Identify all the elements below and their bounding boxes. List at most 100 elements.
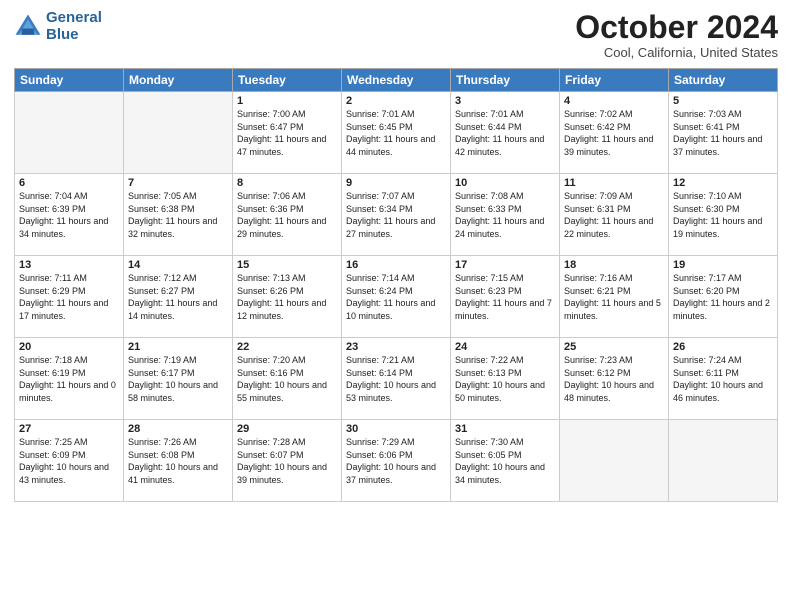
day-info: Sunrise: 7:18 AMSunset: 6:19 PMDaylight:…	[19, 354, 119, 404]
day-info: Sunrise: 7:15 AMSunset: 6:23 PMDaylight:…	[455, 272, 555, 322]
day-number: 7	[128, 177, 228, 189]
day-number: 27	[19, 423, 119, 435]
day-number: 30	[346, 423, 446, 435]
table-row: 2 Sunrise: 7:01 AMSunset: 6:45 PMDayligh…	[342, 92, 451, 174]
day-number: 21	[128, 341, 228, 353]
calendar-header-row: Sunday Monday Tuesday Wednesday Thursday…	[15, 69, 778, 92]
table-row: 26 Sunrise: 7:24 AMSunset: 6:11 PMDaylig…	[669, 338, 778, 420]
table-row: 31 Sunrise: 7:30 AMSunset: 6:05 PMDaylig…	[451, 420, 560, 502]
table-row: 3 Sunrise: 7:01 AMSunset: 6:44 PMDayligh…	[451, 92, 560, 174]
day-number: 1	[237, 95, 337, 107]
day-number: 8	[237, 177, 337, 189]
day-info: Sunrise: 7:01 AMSunset: 6:44 PMDaylight:…	[455, 108, 555, 158]
logo: General Blue	[14, 10, 102, 43]
table-row: 15 Sunrise: 7:13 AMSunset: 6:26 PMDaylig…	[233, 256, 342, 338]
day-number: 14	[128, 259, 228, 271]
day-info: Sunrise: 7:00 AMSunset: 6:47 PMDaylight:…	[237, 108, 337, 158]
table-row: 28 Sunrise: 7:26 AMSunset: 6:08 PMDaylig…	[124, 420, 233, 502]
table-row: 9 Sunrise: 7:07 AMSunset: 6:34 PMDayligh…	[342, 174, 451, 256]
day-number: 28	[128, 423, 228, 435]
day-info: Sunrise: 7:22 AMSunset: 6:13 PMDaylight:…	[455, 354, 555, 404]
col-friday: Friday	[560, 69, 669, 92]
header: General Blue October 2024 Cool, Californ…	[14, 10, 778, 60]
table-row	[669, 420, 778, 502]
day-number: 4	[564, 95, 664, 107]
day-number: 22	[237, 341, 337, 353]
day-info: Sunrise: 7:29 AMSunset: 6:06 PMDaylight:…	[346, 436, 446, 486]
day-info: Sunrise: 7:10 AMSunset: 6:30 PMDaylight:…	[673, 190, 773, 240]
table-row: 11 Sunrise: 7:09 AMSunset: 6:31 PMDaylig…	[560, 174, 669, 256]
logo-icon	[14, 13, 42, 41]
day-info: Sunrise: 7:11 AMSunset: 6:29 PMDaylight:…	[19, 272, 119, 322]
col-monday: Monday	[124, 69, 233, 92]
title-area: October 2024 Cool, California, United St…	[575, 10, 778, 60]
month-title: October 2024	[575, 10, 778, 45]
calendar-week-row: 20 Sunrise: 7:18 AMSunset: 6:19 PMDaylig…	[15, 338, 778, 420]
subtitle: Cool, California, United States	[575, 45, 778, 60]
table-row	[560, 420, 669, 502]
table-row: 21 Sunrise: 7:19 AMSunset: 6:17 PMDaylig…	[124, 338, 233, 420]
day-number: 25	[564, 341, 664, 353]
table-row: 7 Sunrise: 7:05 AMSunset: 6:38 PMDayligh…	[124, 174, 233, 256]
calendar: Sunday Monday Tuesday Wednesday Thursday…	[14, 68, 778, 502]
table-row: 30 Sunrise: 7:29 AMSunset: 6:06 PMDaylig…	[342, 420, 451, 502]
table-row: 25 Sunrise: 7:23 AMSunset: 6:12 PMDaylig…	[560, 338, 669, 420]
page: General Blue October 2024 Cool, Californ…	[0, 0, 792, 612]
day-info: Sunrise: 7:26 AMSunset: 6:08 PMDaylight:…	[128, 436, 228, 486]
day-info: Sunrise: 7:24 AMSunset: 6:11 PMDaylight:…	[673, 354, 773, 404]
table-row	[15, 92, 124, 174]
day-info: Sunrise: 7:30 AMSunset: 6:05 PMDaylight:…	[455, 436, 555, 486]
table-row: 29 Sunrise: 7:28 AMSunset: 6:07 PMDaylig…	[233, 420, 342, 502]
day-info: Sunrise: 7:25 AMSunset: 6:09 PMDaylight:…	[19, 436, 119, 486]
day-number: 31	[455, 423, 555, 435]
day-number: 20	[19, 341, 119, 353]
day-number: 26	[673, 341, 773, 353]
calendar-week-row: 1 Sunrise: 7:00 AMSunset: 6:47 PMDayligh…	[15, 92, 778, 174]
table-row: 17 Sunrise: 7:15 AMSunset: 6:23 PMDaylig…	[451, 256, 560, 338]
day-info: Sunrise: 7:07 AMSunset: 6:34 PMDaylight:…	[346, 190, 446, 240]
day-info: Sunrise: 7:19 AMSunset: 6:17 PMDaylight:…	[128, 354, 228, 404]
calendar-week-row: 6 Sunrise: 7:04 AMSunset: 6:39 PMDayligh…	[15, 174, 778, 256]
table-row: 14 Sunrise: 7:12 AMSunset: 6:27 PMDaylig…	[124, 256, 233, 338]
table-row: 4 Sunrise: 7:02 AMSunset: 6:42 PMDayligh…	[560, 92, 669, 174]
day-info: Sunrise: 7:01 AMSunset: 6:45 PMDaylight:…	[346, 108, 446, 158]
table-row: 24 Sunrise: 7:22 AMSunset: 6:13 PMDaylig…	[451, 338, 560, 420]
table-row: 5 Sunrise: 7:03 AMSunset: 6:41 PMDayligh…	[669, 92, 778, 174]
day-number: 6	[19, 177, 119, 189]
day-number: 29	[237, 423, 337, 435]
table-row: 19 Sunrise: 7:17 AMSunset: 6:20 PMDaylig…	[669, 256, 778, 338]
col-sunday: Sunday	[15, 69, 124, 92]
table-row: 10 Sunrise: 7:08 AMSunset: 6:33 PMDaylig…	[451, 174, 560, 256]
day-info: Sunrise: 7:06 AMSunset: 6:36 PMDaylight:…	[237, 190, 337, 240]
day-number: 16	[346, 259, 446, 271]
day-info: Sunrise: 7:28 AMSunset: 6:07 PMDaylight:…	[237, 436, 337, 486]
day-number: 23	[346, 341, 446, 353]
day-info: Sunrise: 7:12 AMSunset: 6:27 PMDaylight:…	[128, 272, 228, 322]
day-number: 3	[455, 95, 555, 107]
day-number: 5	[673, 95, 773, 107]
day-info: Sunrise: 7:02 AMSunset: 6:42 PMDaylight:…	[564, 108, 664, 158]
day-info: Sunrise: 7:13 AMSunset: 6:26 PMDaylight:…	[237, 272, 337, 322]
table-row: 6 Sunrise: 7:04 AMSunset: 6:39 PMDayligh…	[15, 174, 124, 256]
table-row: 27 Sunrise: 7:25 AMSunset: 6:09 PMDaylig…	[15, 420, 124, 502]
day-number: 2	[346, 95, 446, 107]
table-row: 20 Sunrise: 7:18 AMSunset: 6:19 PMDaylig…	[15, 338, 124, 420]
table-row: 23 Sunrise: 7:21 AMSunset: 6:14 PMDaylig…	[342, 338, 451, 420]
day-info: Sunrise: 7:16 AMSunset: 6:21 PMDaylight:…	[564, 272, 664, 322]
table-row: 1 Sunrise: 7:00 AMSunset: 6:47 PMDayligh…	[233, 92, 342, 174]
table-row	[124, 92, 233, 174]
day-info: Sunrise: 7:14 AMSunset: 6:24 PMDaylight:…	[346, 272, 446, 322]
day-info: Sunrise: 7:20 AMSunset: 6:16 PMDaylight:…	[237, 354, 337, 404]
day-info: Sunrise: 7:21 AMSunset: 6:14 PMDaylight:…	[346, 354, 446, 404]
col-wednesday: Wednesday	[342, 69, 451, 92]
col-saturday: Saturday	[669, 69, 778, 92]
day-number: 24	[455, 341, 555, 353]
table-row: 12 Sunrise: 7:10 AMSunset: 6:30 PMDaylig…	[669, 174, 778, 256]
day-info: Sunrise: 7:05 AMSunset: 6:38 PMDaylight:…	[128, 190, 228, 240]
day-info: Sunrise: 7:03 AMSunset: 6:41 PMDaylight:…	[673, 108, 773, 158]
day-info: Sunrise: 7:23 AMSunset: 6:12 PMDaylight:…	[564, 354, 664, 404]
day-number: 19	[673, 259, 773, 271]
logo-line2: Blue	[46, 26, 79, 43]
table-row: 16 Sunrise: 7:14 AMSunset: 6:24 PMDaylig…	[342, 256, 451, 338]
logo-text: General Blue	[46, 10, 102, 43]
